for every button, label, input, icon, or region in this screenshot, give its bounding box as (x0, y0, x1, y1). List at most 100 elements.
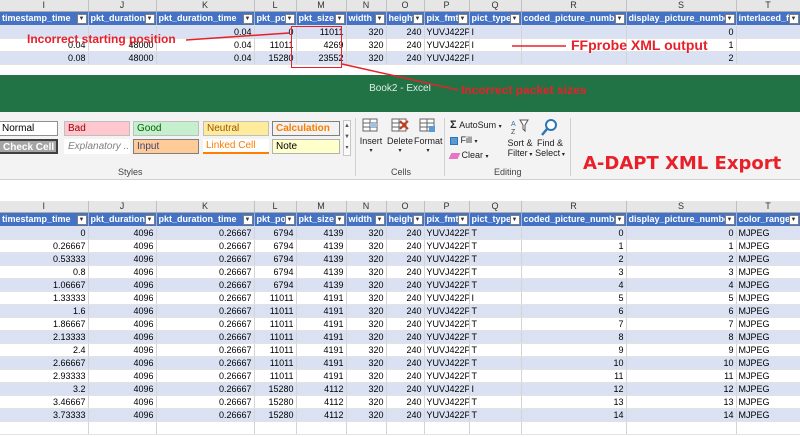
table-cell[interactable]: 3.2 (0, 382, 89, 396)
style-good[interactable]: Good (133, 121, 199, 136)
style-note[interactable]: Note (272, 139, 340, 154)
table-cell[interactable]: 0.8 (0, 265, 89, 279)
table-cell[interactable]: YUVJ422P (424, 239, 470, 253)
table-cell[interactable]: 320 (346, 395, 387, 409)
table-cell[interactable]: 0.26667 (156, 395, 255, 409)
table-cell[interactable]: YUVJ422P (424, 51, 470, 65)
table-cell[interactable]: 2.66667 (0, 356, 89, 370)
column-letter-header[interactable]: Q (469, 201, 522, 213)
table-cell[interactable]: 13 (626, 395, 737, 409)
table-cell[interactable]: 0.26667 (156, 317, 255, 331)
table-cell[interactable]: 0.26667 (156, 265, 255, 279)
table-cell[interactable]: 4191 (296, 304, 347, 318)
filter-dropdown-icon[interactable]: ▼ (144, 13, 155, 24)
column-letter-header[interactable]: T (736, 201, 800, 213)
table-cell[interactable]: 4096 (88, 395, 157, 409)
table-cell[interactable]: YUVJ422P (424, 382, 470, 396)
table-cell[interactable]: 10 (626, 356, 737, 370)
column-letter-header[interactable]: K (156, 201, 255, 213)
table-cell[interactable]: 0.26667 (156, 291, 255, 305)
column-letter-header[interactable]: S (626, 201, 737, 213)
table-cell[interactable]: 48000 (88, 51, 157, 65)
table-cell[interactable]: 6 (521, 304, 627, 318)
column-letter-header[interactable]: L (254, 0, 297, 12)
table-cell[interactable] (736, 25, 800, 39)
filter-dropdown-icon[interactable]: ▼ (76, 214, 87, 225)
table-cell[interactable]: 11011 (254, 291, 297, 305)
table-cell[interactable]: 11011 (254, 369, 297, 383)
table-cell[interactable]: YUVJ422P (424, 369, 470, 383)
column-letter-header[interactable]: I (0, 0, 89, 12)
table-cell[interactable]: 320 (346, 356, 387, 370)
filter-dropdown-icon[interactable]: ▼ (242, 214, 253, 225)
table-cell[interactable]: 240 (386, 408, 425, 422)
column-letter-header[interactable]: S (626, 0, 737, 12)
column-letter-header[interactable]: M (296, 201, 347, 213)
style-neutral[interactable]: Neutral (203, 121, 269, 136)
column-letter-header[interactable]: J (88, 201, 157, 213)
insert-button[interactable]: Insert ▾ (358, 118, 384, 156)
table-cell[interactable]: 12 (521, 382, 627, 396)
table-cell[interactable]: YUVJ422P (424, 278, 470, 292)
table-cell[interactable]: I (469, 382, 522, 396)
table-cell[interactable]: 2.93333 (0, 369, 89, 383)
table-cell[interactable]: 2.4 (0, 343, 89, 357)
table-cell[interactable]: 4096 (88, 239, 157, 253)
table-cell[interactable]: 0.26667 (156, 330, 255, 344)
table-cell[interactable]: T (469, 252, 522, 266)
table-cell[interactable]: 14 (521, 408, 627, 422)
style-input[interactable]: Input (133, 139, 199, 154)
table-cell[interactable]: 4191 (296, 291, 347, 305)
table-cell[interactable]: 4139 (296, 278, 347, 292)
table-cell[interactable]: 4096 (88, 304, 157, 318)
table-cell[interactable]: 4096 (88, 291, 157, 305)
table-cell[interactable]: 320 (346, 343, 387, 357)
table-cell[interactable] (469, 421, 522, 435)
table-cell[interactable]: 0 (626, 226, 737, 240)
column-letter-header[interactable]: R (521, 201, 627, 213)
table-cell[interactable] (424, 421, 470, 435)
filter-dropdown-icon[interactable]: ▼ (724, 214, 735, 225)
table-cell[interactable]: MJPEG (736, 278, 800, 292)
table-cell[interactable]: 3.73333 (0, 408, 89, 422)
table-cell[interactable]: 0.26667 (156, 252, 255, 266)
table-cell[interactable]: 5 (626, 291, 737, 305)
column-header[interactable]: width ▼ (346, 11, 387, 26)
column-letter-header[interactable]: N (346, 0, 387, 12)
table-cell[interactable]: 240 (386, 226, 425, 240)
table-cell[interactable]: 4139 (296, 239, 347, 253)
table-cell[interactable]: MJPEG (736, 330, 800, 344)
table-cell[interactable]: I (469, 25, 522, 39)
table-cell[interactable]: 4191 (296, 369, 347, 383)
table-cell[interactable]: 3 (521, 265, 627, 279)
table-cell[interactable]: 4096 (88, 317, 157, 331)
column-header[interactable]: color_range ▼ (736, 212, 800, 227)
table-cell[interactable]: 3 (626, 265, 737, 279)
table-cell[interactable]: 4139 (296, 252, 347, 266)
table-cell[interactable]: 320 (346, 317, 387, 331)
table-cell[interactable]: 4191 (296, 330, 347, 344)
table-cell[interactable]: 6794 (254, 239, 297, 253)
table-cell[interactable]: 240 (386, 252, 425, 266)
table-cell[interactable]: T (469, 226, 522, 240)
filter-dropdown-icon[interactable]: ▼ (334, 13, 345, 24)
table-cell[interactable]: MJPEG (736, 382, 800, 396)
table-cell[interactable] (386, 421, 425, 435)
table-cell[interactable]: 4112 (296, 408, 347, 422)
column-header[interactable]: width ▼ (346, 212, 387, 227)
table-cell[interactable]: 240 (386, 304, 425, 318)
table-cell[interactable]: 15280 (254, 395, 297, 409)
table-cell[interactable]: 320 (346, 408, 387, 422)
table-cell[interactable]: MJPEG (736, 369, 800, 383)
column-letter-header[interactable]: P (424, 0, 470, 12)
column-letter-header[interactable]: K (156, 0, 255, 12)
filter-dropdown-icon[interactable]: ▼ (724, 13, 735, 24)
table-cell[interactable]: 6794 (254, 278, 297, 292)
column-header[interactable]: pkt_duration ▼ (88, 11, 157, 26)
column-header[interactable]: height ▼ (386, 11, 425, 26)
table-cell[interactable]: 4112 (296, 382, 347, 396)
table-cell[interactable]: 11011 (254, 317, 297, 331)
table-cell[interactable]: MJPEG (736, 343, 800, 357)
column-letter-header[interactable]: L (254, 201, 297, 213)
table-cell[interactable]: 0.26667 (156, 239, 255, 253)
